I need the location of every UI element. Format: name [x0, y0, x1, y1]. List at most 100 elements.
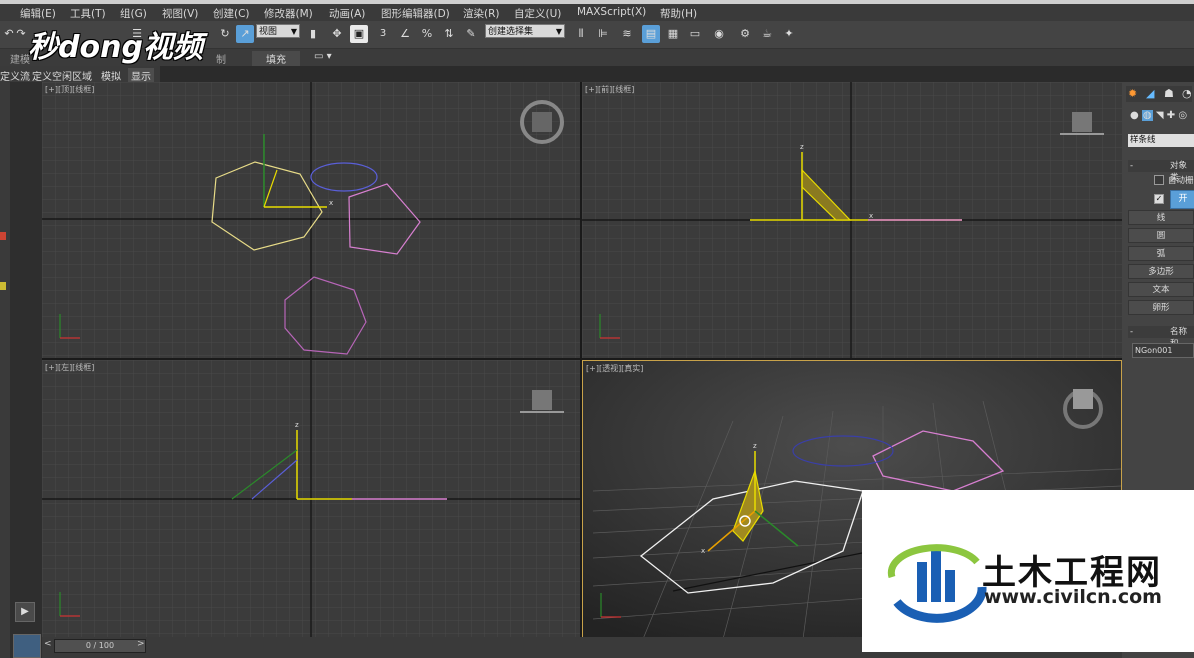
tool-marker	[0, 232, 6, 240]
axis-x-label: x	[329, 199, 333, 207]
menu-customize[interactable]: 自定义(U)	[514, 6, 561, 21]
axis-z-label: z	[753, 442, 757, 450]
subtab-display[interactable]: 显示	[128, 68, 154, 83]
ribbon-fill-button[interactable]: 填充	[252, 51, 300, 66]
menu-rendering[interactable]: 渲染(R)	[463, 6, 500, 21]
axis-x-label: x	[869, 212, 873, 220]
menu-maxscript[interactable]: MAXScript(X)	[577, 6, 646, 18]
layer-icon[interactable]: ≋	[618, 25, 636, 43]
ribbon-tab-model[interactable]: 建模	[10, 51, 30, 66]
menu-help[interactable]: 帮助(H)	[660, 6, 697, 21]
motion-tab-icon[interactable]: ◔	[1182, 87, 1192, 100]
viewport-perspective-label[interactable]: [+][透视][真实]	[586, 363, 643, 374]
start-new-shape-checkbox[interactable]: ✓	[1154, 194, 1164, 204]
cameras-icon[interactable]: ✚	[1167, 110, 1175, 121]
shape-line-button[interactable]: 线	[1128, 210, 1194, 225]
rotate-icon[interactable]: ↻	[216, 25, 234, 43]
viewcube-icon[interactable]	[532, 390, 552, 410]
viewport-left-label[interactable]: [+][左][线框]	[45, 362, 94, 373]
render-setup-icon[interactable]: ⚙	[736, 25, 754, 43]
snap-toggle[interactable]: 3	[374, 25, 392, 43]
autogrid-checkbox[interactable]	[1154, 175, 1164, 185]
render-frame-icon[interactable]: ☕	[758, 25, 776, 43]
category-select[interactable]: 样条线	[1128, 134, 1194, 147]
modify-tab-icon[interactable]: ◢	[1146, 87, 1154, 100]
geometry-icon[interactable]: ●	[1130, 110, 1139, 121]
angle-snap-icon[interactable]: ∠	[396, 25, 414, 43]
time-slider[interactable]: 0 / 100	[54, 639, 146, 653]
chevron-down-icon: ▼	[290, 27, 297, 36]
material-editor-icon[interactable]: ◉	[710, 25, 728, 43]
ribbon-tab-paint[interactable]: 制	[216, 51, 226, 66]
schematic-icon[interactable]: ▭	[686, 25, 704, 43]
layout-icon[interactable]	[13, 634, 41, 658]
shape-ngon-button[interactable]: 多边形	[1128, 264, 1194, 279]
lights-icon[interactable]: ◥	[1156, 110, 1164, 121]
next-frame-icon[interactable]: >	[137, 639, 145, 649]
menu-modifiers[interactable]: 修改器(M)	[264, 6, 313, 21]
viewport-left[interactable]: z [+][左][线框]	[42, 360, 582, 640]
hierarchy-tab-icon[interactable]: ☗	[1164, 87, 1174, 100]
pivot-icon[interactable]: ▮	[304, 25, 322, 43]
panel-tabs: ✹ ◢ ☗ ◔	[1126, 86, 1192, 102]
helpers-icon[interactable]: ◎	[1178, 110, 1187, 121]
create-tab-icon[interactable]: ✹	[1128, 87, 1137, 100]
ribbon-options-icon[interactable]: ▭ ▾	[314, 51, 332, 62]
object-type-icons: ● ◍ ◥ ✚ ◎	[1130, 110, 1194, 124]
align-icon[interactable]: ⊫	[594, 25, 612, 43]
shape-text-button[interactable]: 文本	[1128, 282, 1194, 297]
spinner-snap-icon[interactable]: ⇅	[440, 25, 458, 43]
viewport-top-label[interactable]: [+][顶][线框]	[45, 84, 94, 95]
civilcn-url: www.civilcn.com	[984, 586, 1162, 608]
graphite-subbar: 定义流 定义空闲区域 模拟 显示	[0, 66, 160, 83]
curve-editor-icon[interactable]: ▦	[664, 25, 682, 43]
viewcube-icon[interactable]	[532, 112, 552, 132]
menu-group[interactable]: 组(G)	[120, 6, 147, 21]
chevron-down-icon: ▼	[555, 27, 562, 36]
render-icon[interactable]: ✦	[780, 25, 798, 43]
viewport-left-canvas: z	[42, 360, 580, 640]
mirror-icon[interactable]: ⫴	[572, 25, 590, 43]
left-panel: ▶	[10, 82, 42, 658]
shape-circle-button[interactable]: 圆	[1128, 228, 1194, 243]
axis-z-label: z	[800, 143, 804, 151]
reference-coord-select[interactable]: 视图 ▼	[256, 24, 300, 38]
menu-edit[interactable]: 编辑(E)	[20, 6, 56, 21]
percent-snap[interactable]: %	[418, 25, 436, 43]
menu-view[interactable]: 视图(V)	[162, 6, 198, 21]
start-new-shape-button[interactable]: 开	[1170, 190, 1194, 209]
viewcube-icon[interactable]	[1073, 389, 1093, 409]
viewport-front-label[interactable]: [+][前][线框]	[585, 84, 634, 95]
civilcn-logo-icon	[887, 544, 987, 623]
minus-icon: -	[1130, 327, 1134, 337]
viewport-top-canvas: x	[42, 82, 580, 358]
move-icon[interactable]: ✥	[328, 25, 346, 43]
prev-frame-icon[interactable]: <	[44, 639, 52, 649]
play-icon[interactable]: ▶	[15, 602, 35, 622]
viewcube-icon[interactable]	[1072, 112, 1092, 132]
manipulate-icon[interactable]: ▣	[350, 25, 368, 43]
menu-tools[interactable]: 工具(T)	[70, 6, 106, 21]
subtab-simulate[interactable]: 模拟	[101, 68, 121, 83]
named-selection-value: 创建选择集	[488, 27, 534, 37]
menu-create[interactable]: 创建(C)	[213, 6, 250, 21]
viewport-front[interactable]: z x [+][前][线框]	[582, 82, 1122, 360]
menu-graph-editors[interactable]: 图形编辑器(D)	[381, 6, 450, 21]
shape-egg-button[interactable]: 卵形	[1128, 300, 1194, 315]
rollout-name-color[interactable]: - 名称和	[1128, 326, 1194, 349]
reference-coord-value: 视图	[259, 27, 278, 37]
viewport-top[interactable]: x [+][顶][线框]	[42, 82, 582, 360]
subtab-space[interactable]: 定义空闲区域	[32, 68, 92, 83]
brand-watermark: 秒dong视频	[28, 30, 203, 65]
shapes-icon[interactable]: ◍	[1141, 110, 1153, 121]
edit-named-sel-icon[interactable]: ✎	[462, 25, 480, 43]
select-object-icon[interactable]: ↗	[236, 25, 254, 43]
rollout-object-type[interactable]: - 对象类	[1128, 160, 1194, 183]
object-name-field[interactable]: NGon001	[1132, 343, 1194, 358]
shape-arc-button[interactable]: 弧	[1128, 246, 1194, 261]
subtab-flow[interactable]: 定义流	[0, 68, 30, 83]
scene-explorer-icon[interactable]: ▤	[642, 25, 660, 43]
autogrid-label: 自动栅	[1168, 176, 1194, 186]
menu-animation[interactable]: 动画(A)	[329, 6, 365, 21]
named-selection-select[interactable]: 创建选择集 ▼	[485, 24, 565, 38]
